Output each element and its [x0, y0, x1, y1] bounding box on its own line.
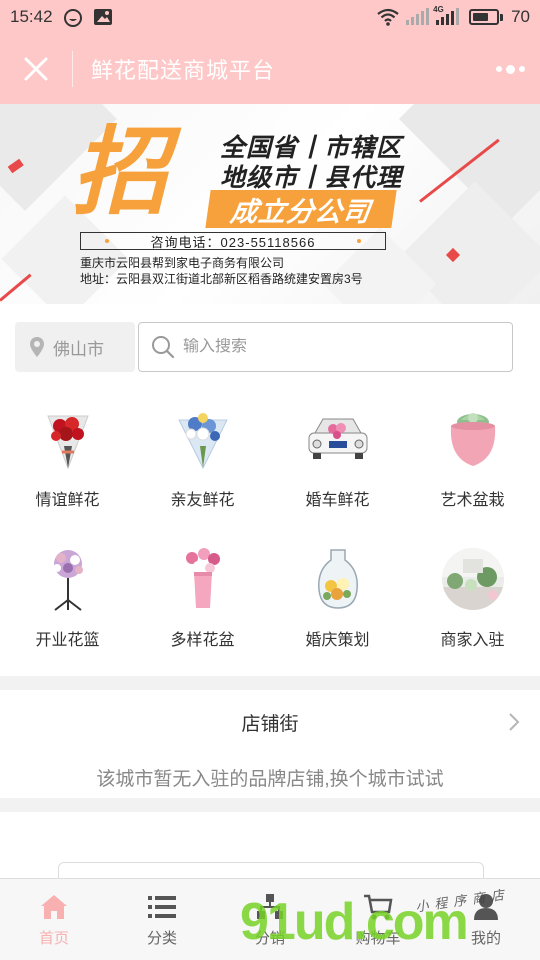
wedding-car-icon — [303, 404, 373, 474]
category-item[interactable]: 情谊鲜花 — [0, 380, 135, 520]
more-button[interactable] — [480, 34, 540, 104]
signal-4g-icon: 4G — [433, 5, 461, 26]
lower-section — [0, 812, 540, 892]
tab-profile[interactable]: 我的 — [432, 879, 540, 960]
banner-company: 重庆市云阳县帮到家电子商务有限公司 — [80, 256, 285, 270]
page-title: 鲜花配送商城平台 — [91, 58, 276, 83]
banner-phone: 咨询电话：023-55118566 — [80, 232, 386, 250]
category-item[interactable]: 艺术盆栽 — [405, 380, 540, 520]
tab-category[interactable]: 分类 — [108, 879, 216, 960]
search-row: 佛山市 — [0, 304, 540, 380]
category-item[interactable]: 婚车鲜花 — [270, 380, 405, 520]
category-grid: 情谊鲜花 亲友鲜花 婚车鲜花 艺术盆栽 开业花篮 多样花盆 婚庆策划 商家入驻 — [0, 380, 540, 676]
category-item[interactable]: 开业花篮 — [0, 528, 135, 668]
category-item[interactable]: 多样花盆 — [135, 528, 270, 668]
tab-label: 首页 — [38, 930, 69, 947]
face-icon — [63, 8, 83, 27]
home-icon — [38, 891, 70, 923]
tab-label: 我的 — [470, 930, 501, 947]
close-icon — [24, 57, 48, 81]
close-button[interactable] — [0, 34, 72, 104]
tab-distribution[interactable]: 分销 — [216, 879, 324, 960]
battery-percent: 70 — [511, 7, 530, 26]
decor-line — [0, 273, 32, 302]
status-bar: 15:42 4G 70 — [0, 0, 540, 34]
category-label: 多样花盆 — [170, 632, 235, 649]
recruitment-banner[interactable]: 招 全国省丨市辖区 地级市丨县代理 成立分公司 咨询电话：023-5511856… — [0, 104, 540, 304]
shop-street-empty-text: 该城市暂无入驻的品牌店铺,换个城市试试 — [96, 769, 444, 790]
banner-address: 地址：云阳县双江街道北部新区稻香路统建安置房3号 — [80, 272, 363, 286]
shop-street-header[interactable]: 店铺街 — [0, 690, 540, 754]
tab-label: 购物车 — [355, 930, 401, 947]
more-dot-icon — [505, 64, 515, 74]
tab-home[interactable]: 首页 — [0, 879, 108, 960]
category-item[interactable]: 婚庆策划 — [270, 528, 405, 668]
city-name: 佛山市 — [53, 339, 104, 359]
category-label: 婚车鲜花 — [305, 492, 370, 509]
shop-street-title: 店铺街 — [241, 713, 299, 735]
shop-photo-icon — [438, 544, 508, 614]
battery-icon — [469, 9, 504, 25]
list-icon — [146, 891, 178, 923]
category-label: 艺术盆栽 — [440, 492, 505, 509]
user-icon — [470, 891, 502, 923]
bottom-tab-bar: 首页 分类 分销 购物车 我的 — [0, 878, 540, 960]
location-pin-icon — [30, 337, 44, 357]
wifi-icon — [377, 8, 399, 26]
category-item[interactable]: 亲友鲜花 — [135, 380, 270, 520]
flower-stand-icon — [33, 544, 103, 614]
title-bar: 鲜花配送商城平台 — [0, 34, 540, 104]
search-icon — [152, 336, 175, 359]
more-dot-icon — [518, 66, 525, 72]
category-label: 婚庆策划 — [305, 632, 370, 649]
image-icon — [93, 8, 113, 26]
city-selector[interactable]: 佛山市 — [15, 322, 135, 372]
category-item[interactable]: 商家入驻 — [405, 528, 540, 668]
tab-cart[interactable]: 购物车 — [324, 879, 432, 960]
category-label: 商家入驻 — [440, 632, 505, 649]
cart-icon — [362, 891, 394, 923]
shop-street-section: 店铺街 该城市暂无入驻的品牌店铺,换个城市试试 — [0, 690, 540, 798]
search-box[interactable] — [138, 322, 513, 372]
chevron-right-icon — [509, 713, 520, 731]
category-label: 情谊鲜花 — [35, 492, 100, 509]
more-dot-icon — [495, 66, 502, 72]
blue-white-bouquet-icon — [168, 404, 238, 474]
title-divider — [72, 51, 73, 87]
pink-vase-flowers-icon — [168, 544, 238, 614]
tab-label: 分类 — [146, 930, 177, 947]
share-icon — [254, 891, 286, 923]
signal-empty-icon — [405, 8, 430, 26]
search-input[interactable] — [183, 338, 512, 356]
red-rose-bouquet-icon — [33, 404, 103, 474]
glass-vase-roses-icon — [303, 544, 373, 614]
pink-pot-succulent-icon — [438, 404, 508, 474]
network-label: 4G — [433, 5, 444, 14]
banner-big-char: 招 — [72, 115, 168, 228]
category-label: 亲友鲜花 — [170, 492, 235, 509]
category-label: 开业花篮 — [35, 632, 100, 649]
status-time: 15:42 — [10, 7, 53, 26]
tab-label: 分销 — [254, 930, 285, 947]
banner-phone-text: 咨询电话：023-55118566 — [150, 234, 316, 250]
banner-highlight: 成立分公司 — [205, 190, 397, 228]
